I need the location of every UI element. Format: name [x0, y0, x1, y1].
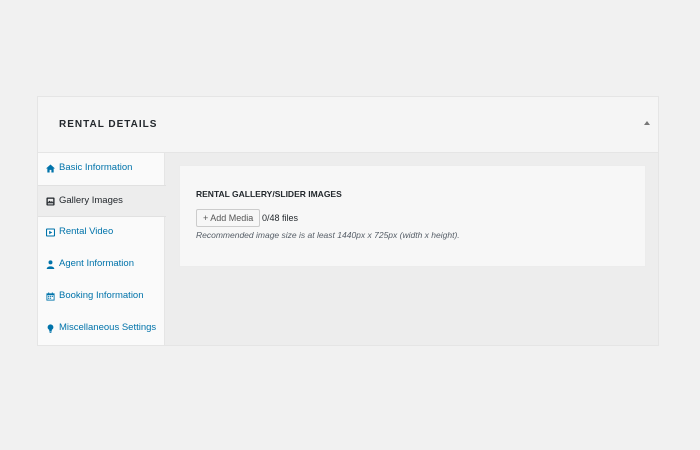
gallery-section-title: RENTAL GALLERY/SLIDER IMAGES [196, 189, 342, 199]
calendar-icon [46, 292, 55, 301]
tab-agent-information[interactable]: Agent Information [38, 249, 165, 281]
tab-label: Agent Information [59, 258, 134, 269]
caret-up-icon[interactable] [644, 121, 650, 125]
tab-label: Booking Information [59, 290, 144, 301]
add-media-button[interactable]: + Add Media [196, 209, 261, 227]
home-icon [46, 164, 55, 173]
tab-rental-video[interactable]: Rental Video [38, 217, 165, 249]
tab-label: Gallery Images [59, 195, 123, 206]
panel-header[interactable]: RENTAL DETAILS [38, 97, 658, 153]
tab-booking-information[interactable]: Booking Information [38, 281, 165, 313]
tab-miscellaneous-settings[interactable]: Miscellaneous Settings [38, 313, 165, 345]
tab-label: Rental Video [59, 226, 114, 237]
panel-title: RENTAL DETAILS [59, 119, 158, 130]
image-size-hint: Recommended image size is at least 1440p… [196, 230, 460, 240]
rental-details-panel: RENTAL DETAILS Basic Information Gallery… [37, 96, 659, 346]
tab-label: Basic Information [59, 162, 133, 173]
user-icon [46, 260, 55, 269]
video-icon [46, 228, 55, 237]
lightbulb-icon [47, 324, 54, 333]
file-count: 0/48 files [262, 213, 299, 223]
gallery-section: RENTAL GALLERY/SLIDER IMAGES + Add Media… [179, 165, 646, 267]
gallery-icon [46, 197, 55, 206]
tab-label: Miscellaneous Settings [59, 322, 157, 333]
tab-list: Basic Information Gallery Images Rental … [38, 153, 166, 345]
tab-gallery-images[interactable]: Gallery Images [38, 185, 166, 217]
panel-body: Basic Information Gallery Images Rental … [38, 153, 658, 345]
tab-basic-information[interactable]: Basic Information [38, 153, 165, 185]
